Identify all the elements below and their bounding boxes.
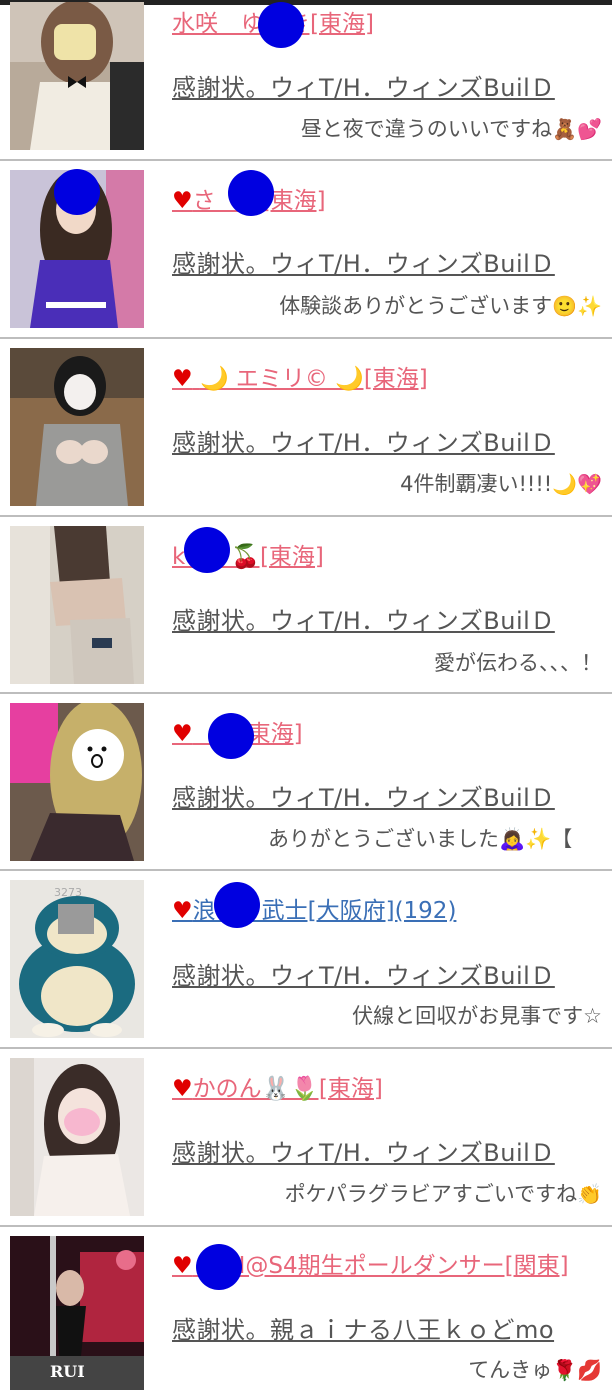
thumbnail-image[interactable]	[10, 703, 144, 861]
heart-icon: ♥	[172, 721, 193, 747]
post-title-link[interactable]: 感謝状。ウィT/H．ウィンズBuilＤ	[172, 1133, 555, 1168]
rose-icon: 🌹	[552, 1358, 578, 1382]
crescent-moon-icon: 🌙	[552, 472, 578, 496]
post-title-link[interactable]: 感謝状。ウィT/H．ウィンズBuilＤ	[172, 601, 555, 636]
clapping-hands-icon: 👏	[577, 1182, 602, 1206]
post-title-link[interactable]: 感謝状。親ａｉナる八王ｋｏどmo	[172, 1310, 554, 1345]
heart-icon: ♥	[172, 366, 193, 392]
thumbnail-image[interactable]: RUI	[10, 1236, 144, 1390]
redaction-dot	[258, 2, 304, 48]
comment-text: 伏線と回収がお見事です☆	[352, 1004, 602, 1028]
user-name: I@S4期生ポールダンサー[関東]	[192, 1253, 569, 1279]
user-name: 🌙 エミリ© 🌙[東海]	[199, 366, 428, 392]
teddy-bear-icon: 🧸	[552, 117, 578, 141]
redaction-dot	[214, 882, 260, 928]
redaction-dot	[184, 527, 230, 573]
list-item[interactable]: k 🍒[東海] 感謝状。ウィT/H．ウィンズBuilＤ 愛が伝わる、、、！	[0, 517, 612, 694]
thumbnail-image[interactable]	[10, 2, 144, 150]
list-item[interactable]: 水咲 ゆ き[東海] 感謝状。ウィT/H．ウィンズBuilＤ 昼と夜で違うのいい…	[0, 0, 612, 161]
list-item[interactable]: RUI ♥ I@S4期生ポールダンサー[関東] 感謝状。親ａｉナる八王ｋｏどmo…	[0, 1227, 612, 1390]
post-title-link[interactable]: 感謝状。ウィT/H．ウィンズBuilＤ	[172, 244, 555, 279]
thumbnail-image[interactable]	[10, 526, 144, 684]
redaction-dot	[208, 713, 254, 759]
list-item[interactable]: ♥ 🌙 エミリ© 🌙[東海] 感謝状。ウィT/H．ウィンズBuilＤ 4件制覇凄…	[0, 339, 612, 517]
post-title-link[interactable]: 感謝状。ウィT/H．ウィンズBuilＤ	[172, 68, 555, 103]
heart-icon: ♥	[172, 1076, 193, 1102]
post-title-link[interactable]: 感謝状。ウィT/H．ウィンズBuilＤ	[172, 423, 555, 458]
sparkling-heart-icon: 💖	[577, 472, 602, 496]
thumbnail-image[interactable]: 3273	[10, 880, 144, 1038]
post-title-link[interactable]: 感謝状。ウィT/H．ウィンズBuilＤ	[172, 956, 555, 991]
list-item[interactable]: ♥かのん🐰🌷[東海] 感謝状。ウィT/H．ウィンズBuilＤ ポケパラグラビアす…	[0, 1049, 612, 1227]
comment-text: ポケパラグラビアすごいですね👏	[284, 1182, 602, 1206]
comment-text: 昼と夜で違うのいいですね🧸💕	[300, 117, 602, 141]
redaction-dot	[228, 170, 274, 216]
two-hearts-icon: 💕	[577, 117, 602, 141]
comment-text: てんきゅ🌹💋	[468, 1358, 602, 1382]
thumbnail-logo-text: RUI	[50, 1362, 85, 1381]
list-item[interactable]: ♥さ ゆ[東海] 感謝状。ウィT/H．ウィンズBuilＤ 体験談ありがとうござい…	[0, 161, 612, 339]
kiss-lips-icon: 💋	[577, 1358, 602, 1382]
comment-text: ありがとうございました🙇‍♀️✨【	[268, 827, 573, 851]
thumbnail-watermark: 3273	[54, 886, 82, 899]
comment-text: 体験談ありがとうございます🙂✨	[279, 294, 602, 318]
heart-icon: ♥	[172, 1253, 193, 1279]
list-item[interactable]: 3273 ♥浪 武士[大阪府](192) 感謝状。ウィT/H．ウィンズBuilＤ…	[0, 871, 612, 1049]
redaction-dot	[196, 1244, 242, 1290]
thumbnail-image[interactable]	[10, 1058, 144, 1216]
comment-text: 4件制覇凄い!!!!🌙💖	[400, 472, 602, 496]
list-item[interactable]: ♥ [東海] 感謝状。ウィT/H．ウィンズBuilＤ ありがとうございました🙇‍…	[0, 694, 612, 871]
heart-icon: ♥	[172, 188, 193, 214]
user-name-link[interactable]: ♥ 🌙 エミリ© 🌙[東海]	[172, 359, 428, 393]
heart-icon: ♥	[172, 898, 193, 924]
user-name-link[interactable]: ♥かのん🐰🌷[東海]	[172, 1069, 383, 1103]
comment-text: 愛が伝わる、、、！	[434, 651, 602, 675]
smile-icon: 🙂	[552, 294, 578, 318]
post-title-link[interactable]: 感謝状。ウィT/H．ウィンズBuilＤ	[172, 778, 555, 813]
redaction-dot	[54, 169, 100, 215]
thumbnail-image[interactable]	[10, 348, 144, 506]
user-name: かのん🐰🌷[東海]	[192, 1076, 383, 1102]
sparkles-icon: ✨	[577, 294, 602, 318]
